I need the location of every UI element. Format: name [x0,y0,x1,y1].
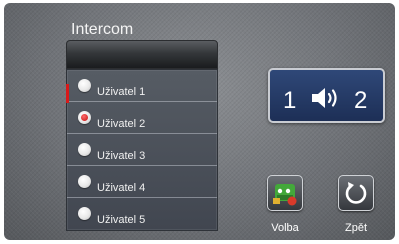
list-item[interactable]: Uživatel 3 [67,134,217,166]
volba-label: Volba [271,222,299,234]
refresh-back-icon [345,182,367,204]
user-label: Uživatel 3 [97,150,146,162]
user-list: Uživatel 1 Uživatel 2 Uživatel 3 Uživate… [66,69,218,231]
zpet-label: Zpět [344,222,367,234]
user-label: Uživatel 2 [97,118,146,130]
line-from: 1 [283,87,297,114]
volba-button[interactable] [267,175,303,211]
user-label: Uživatel 1 [97,86,146,98]
radio-button[interactable] [78,143,91,156]
list-item[interactable]: Uživatel 2 [67,102,217,134]
radio-button[interactable] [78,175,91,188]
radio-button-selected[interactable] [78,111,91,124]
apps-icon [273,184,297,206]
radio-button[interactable] [78,79,91,92]
line-indicator[interactable]: 1 2 [268,68,385,123]
speaker-icon [312,88,337,108]
selection-marker [66,84,69,103]
list-item[interactable]: Uživatel 4 [67,166,217,198]
zpet-button[interactable] [338,175,374,211]
user-label: Uživatel 4 [97,182,146,194]
intercom-screen: Intercom Uživatel 1 Uživatel 2 Uživatel … [4,3,395,240]
line-to: 2 [354,87,368,114]
radio-button[interactable] [78,207,91,220]
user-label: Uživatel 5 [97,214,146,226]
list-item[interactable]: Uživatel 1 [67,70,217,102]
list-header-bar [66,40,218,69]
page-title: Intercom [71,21,134,38]
list-item[interactable]: Uživatel 5 [67,198,217,230]
